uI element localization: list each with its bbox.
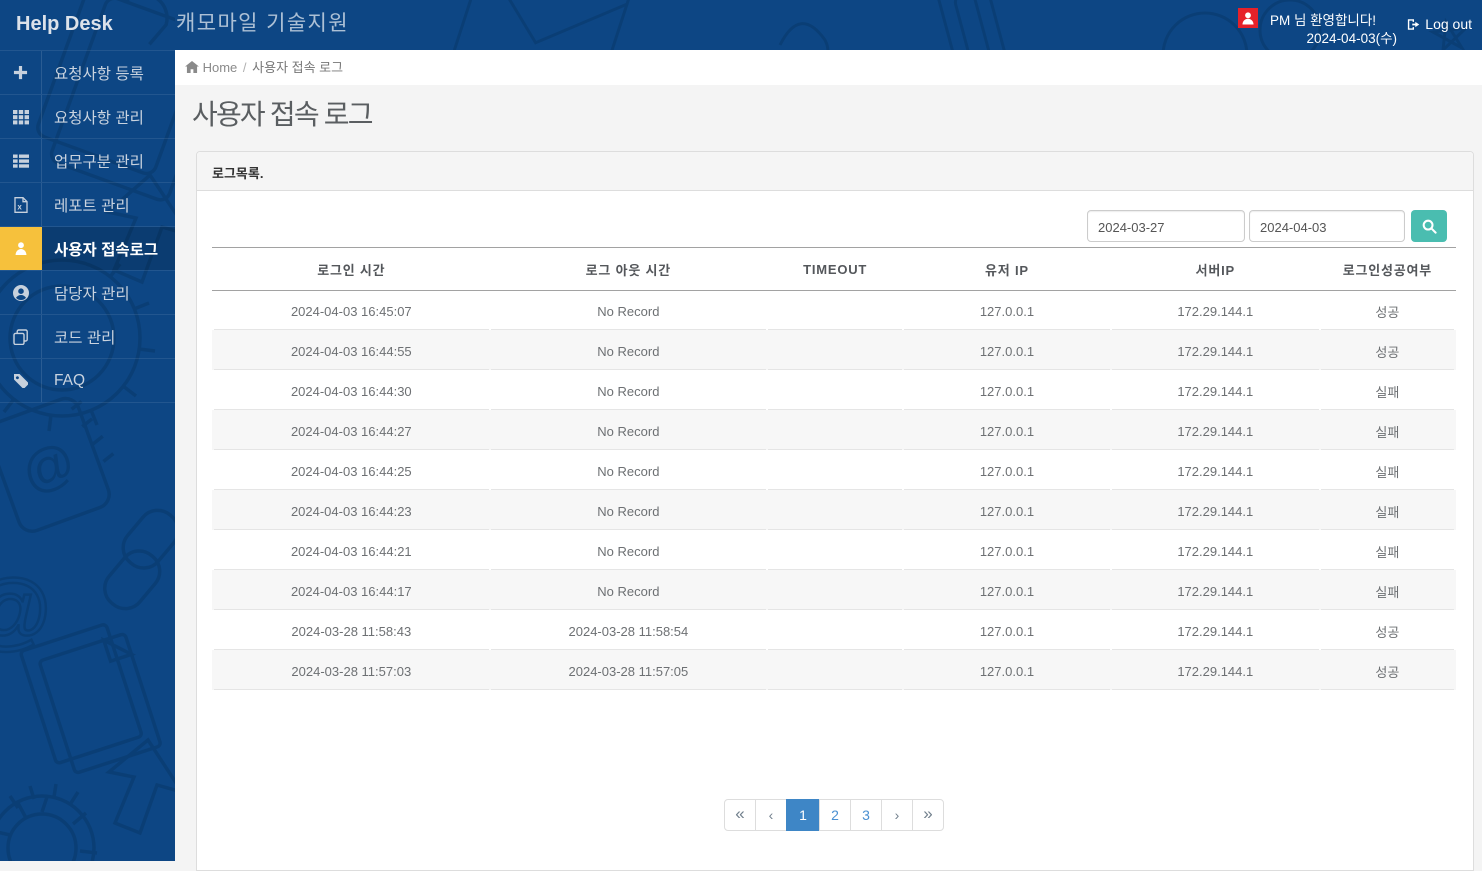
svg-text:x: x [17, 202, 22, 211]
svg-text:@: @ [14, 431, 83, 504]
